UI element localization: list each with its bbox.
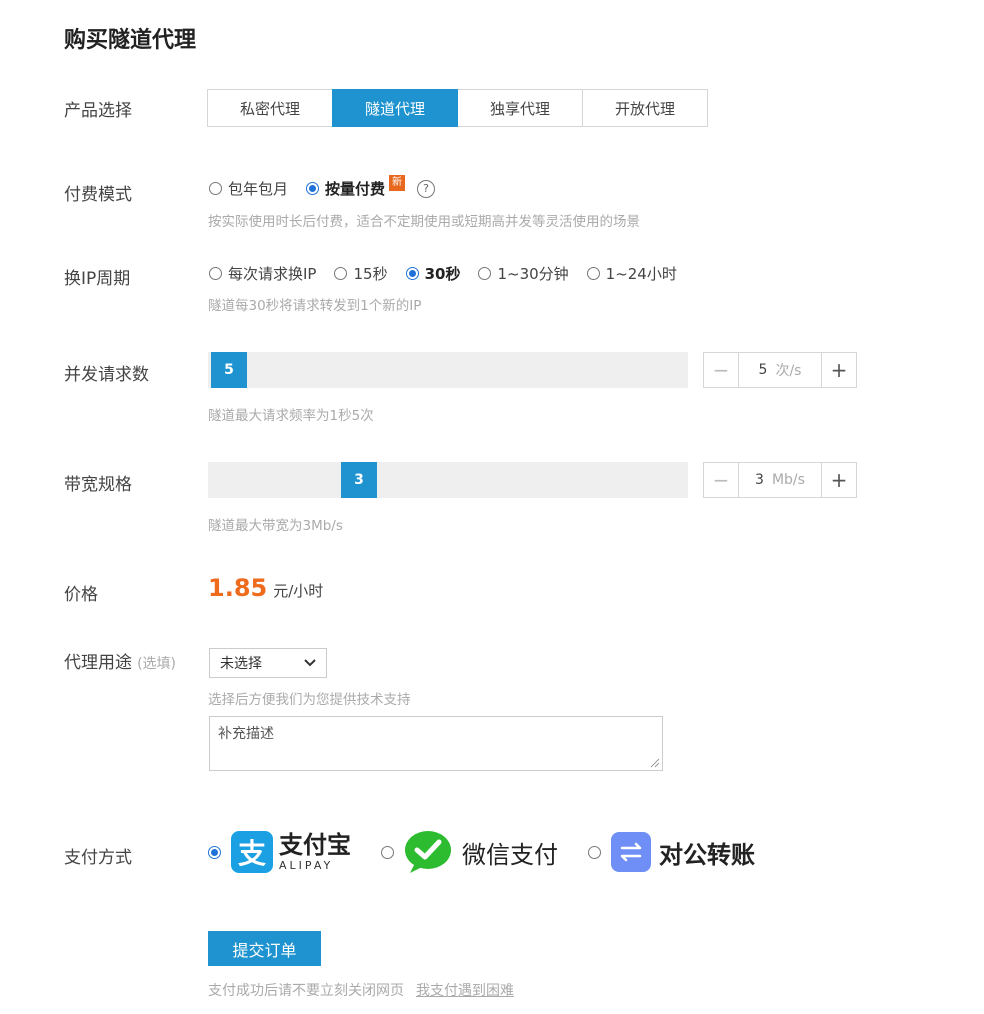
concurrency-unit: 次/s xyxy=(775,363,802,379)
usage-optional-note: (选填) xyxy=(137,656,177,672)
ip-cycle-hint: 隧道每30秒将请求转发到1个新的IP xyxy=(208,298,422,314)
radio-icon[interactable] xyxy=(334,267,348,280)
tab-dedicated-proxy[interactable]: 独享代理 xyxy=(457,89,583,127)
billing-hint: 按实际使用时长后付费，适合不定期使用或短期高并发等灵活使用的场景 xyxy=(208,214,640,230)
ip-cycle-option-1-30min[interactable]: 1~30分钟 xyxy=(478,263,569,284)
alipay-english-name: ALIPAY xyxy=(279,859,334,872)
radio-icon[interactable] xyxy=(209,267,222,280)
radio-icon[interactable] xyxy=(478,267,492,280)
billing-option-monthly[interactable]: 包年包月 xyxy=(209,178,288,199)
price-unit: 元/小时 xyxy=(273,582,324,600)
payment-option-alipay[interactable]: 支 支付宝 ALIPAY xyxy=(208,831,351,873)
concurrency-increment-button[interactable]: + xyxy=(821,353,856,387)
bandwidth-value: 3 xyxy=(755,472,764,488)
billing-option-label: 按量付费 xyxy=(325,180,386,198)
payment-options: 支 支付宝 ALIPAY 微信支付 对公转账 xyxy=(208,830,785,874)
bank-transfer-icon xyxy=(611,832,651,872)
usage-description-textarea[interactable]: 补充描述 xyxy=(209,716,663,771)
usage-label: 代理用途 xyxy=(64,653,132,673)
alipay-logo-icon: 支 xyxy=(231,831,273,873)
radio-icon[interactable] xyxy=(209,182,222,195)
concurrency-value-field[interactable]: 5 次/s xyxy=(739,353,821,387)
tab-tunnel-proxy[interactable]: 隧道代理 xyxy=(332,89,458,127)
product-label: 产品选择 xyxy=(64,101,132,121)
radio-icon[interactable] xyxy=(588,845,601,859)
footer-note-text: 支付成功后请不要立刻关闭网页 xyxy=(208,983,404,999)
new-badge: 新 xyxy=(389,174,406,191)
price-amount: 1.85 xyxy=(208,574,268,602)
concurrency-value: 5 xyxy=(758,362,768,378)
billing-option-usage[interactable]: 按量付费 xyxy=(306,178,385,199)
ip-cycle-option-label: 15秒 xyxy=(353,265,388,283)
bandwidth-label: 带宽规格 xyxy=(64,475,132,495)
bandwidth-decrement-button[interactable]: − xyxy=(704,463,739,497)
ip-cycle-option-each-request[interactable]: 每次请求换IP xyxy=(209,263,316,284)
alipay-name: 支付宝 xyxy=(279,831,351,859)
radio-icon[interactable] xyxy=(586,267,600,280)
ip-cycle-option-30s[interactable]: 30秒 xyxy=(405,263,461,284)
ip-cycle-option-label: 30秒 xyxy=(424,265,461,283)
ip-cycle-options: 每次请求换IP 15秒 30秒 1~30分钟 1~24小时 xyxy=(209,263,695,284)
ip-cycle-option-label: 1~30分钟 xyxy=(497,265,569,283)
concurrency-hint: 隧道最大请求频率为1秒5次 xyxy=(208,408,374,424)
bank-transfer-label: 对公转账 xyxy=(659,840,755,869)
usage-hint: 选择后方便我们为您提供技术支持 xyxy=(208,692,411,708)
footer-note: 支付成功后请不要立刻关闭网页 我支付遇到困难 xyxy=(208,980,514,1000)
ip-cycle-option-label: 1~24小时 xyxy=(605,265,677,283)
bandwidth-slider[interactable]: 3 xyxy=(208,462,688,498)
wechat-pay-label: 微信支付 xyxy=(462,840,558,869)
usage-select[interactable]: 未选择 xyxy=(209,648,327,678)
radio-icon[interactable] xyxy=(381,845,394,859)
ip-cycle-option-label: 每次请求换IP xyxy=(228,265,317,283)
bandwidth-value-field[interactable]: 3 Mb/s xyxy=(739,463,821,497)
wechat-pay-logo-icon xyxy=(405,831,451,873)
concurrency-decrement-button[interactable]: − xyxy=(704,353,739,387)
radio-checked-icon[interactable] xyxy=(405,267,419,280)
billing-options: 包年包月 按量付费 新 ? xyxy=(209,174,436,199)
ip-cycle-label: 换IP周期 xyxy=(64,269,131,289)
help-icon[interactable]: ? xyxy=(417,179,436,198)
concurrency-label: 并发请求数 xyxy=(64,365,149,385)
bandwidth-slider-handle[interactable]: 3 xyxy=(341,462,377,498)
tab-private-proxy[interactable]: 私密代理 xyxy=(207,89,333,127)
payment-label: 支付方式 xyxy=(64,848,132,868)
radio-checked-icon[interactable] xyxy=(306,182,320,195)
payment-option-wechat[interactable]: 微信支付 xyxy=(381,830,558,874)
bandwidth-stepper: − 3 Mb/s + xyxy=(703,462,857,498)
chevron-down-icon xyxy=(304,659,316,667)
bandwidth-hint: 隧道最大带宽为3Mb/s xyxy=(208,518,343,534)
price-label: 价格 xyxy=(64,585,98,605)
billing-label: 付费模式 xyxy=(64,185,132,205)
concurrency-stepper: − 5 次/s + xyxy=(703,352,857,388)
tab-open-proxy[interactable]: 开放代理 xyxy=(582,89,708,127)
product-tabs: 私密代理 隧道代理 独享代理 开放代理 xyxy=(207,89,708,127)
usage-label-block: 代理用途 (选填) xyxy=(64,652,184,675)
resize-grip-icon[interactable] xyxy=(650,758,660,768)
submit-order-button[interactable]: 提交订单 xyxy=(208,931,321,966)
billing-option-label: 包年包月 xyxy=(228,180,289,198)
radio-checked-icon[interactable] xyxy=(208,845,221,859)
bandwidth-increment-button[interactable]: + xyxy=(821,463,856,497)
ip-cycle-option-1-24h[interactable]: 1~24小时 xyxy=(586,263,677,284)
price-display: 1.85 元/小时 xyxy=(208,574,323,602)
usage-select-value: 未选择 xyxy=(220,656,262,672)
concurrency-slider[interactable]: 5 xyxy=(208,352,688,388)
concurrency-slider-handle[interactable]: 5 xyxy=(211,352,247,388)
payment-option-bank-transfer[interactable]: 对公转账 xyxy=(588,832,755,872)
payment-trouble-link[interactable]: 我支付遇到困难 xyxy=(416,980,514,1000)
page-title: 购买隧道代理 xyxy=(64,28,197,53)
ip-cycle-option-15s[interactable]: 15秒 xyxy=(334,263,388,284)
bandwidth-unit: Mb/s xyxy=(771,472,805,488)
